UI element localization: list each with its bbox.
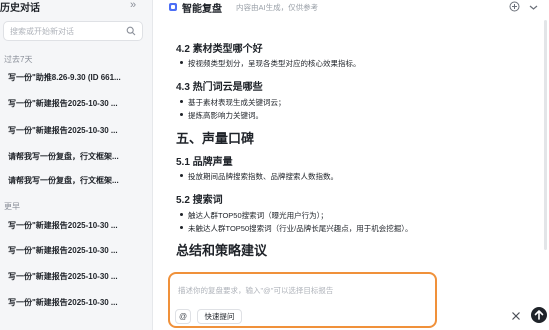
bullet-item: 触达人群TOP50搜索词（曝光用户行为）； xyxy=(180,211,328,220)
search-icon[interactable] xyxy=(126,26,136,36)
history-item[interactable]: 写一份"新建报告2025-10-30 ... xyxy=(8,96,148,112)
main-panel: 智能复盘 内容由AI生成，仅供参考 4.2 素材类型哪个好 按视频类型划分，呈现… xyxy=(154,0,549,330)
quick-ask-button[interactable]: 快速提问 xyxy=(197,309,242,324)
composer-input[interactable]: 描述你的复盘要求，输入"@"可以选择目标报告 xyxy=(178,285,333,296)
top-bar: 智能复盘 内容由AI生成，仅供参考 xyxy=(154,0,549,18)
send-button[interactable] xyxy=(531,307,547,323)
history-item[interactable]: 写一份"新建报告2025-10-30 ... xyxy=(8,123,148,139)
search-box[interactable] xyxy=(3,21,143,41)
sidebar: 历史对话 » 过去7天 写一份"助推8.26-9.30 (ID 661... 写… xyxy=(0,0,153,330)
group-label-recent: 过去7天 xyxy=(4,55,33,64)
scrollbar[interactable] xyxy=(544,20,547,250)
bullet-item: 基于素材表现生成关键词云； xyxy=(180,98,286,107)
history-item[interactable]: 写一份"新建报告2025-10-30 ... xyxy=(8,243,148,259)
mention-button[interactable]: @ xyxy=(175,309,191,324)
history-item[interactable]: 请帮我写一份复盘，行文框架... xyxy=(8,173,148,189)
section-5-2-title: 5.2 搜索词 xyxy=(176,195,223,206)
bullet-item: 提炼高影响力关键词。 xyxy=(180,111,263,120)
bullet-item: 未触达人群TOP50搜索词（行业/品牌长尾兴趣点，用于机会挖掘）。 xyxy=(179,224,413,233)
summary-title: 总结和策略建议 xyxy=(176,243,268,258)
bullet-item: 按视频类型划分，呈现各类型对应的核心效果指标。 xyxy=(180,59,361,68)
new-chat-icon[interactable] xyxy=(509,1,520,12)
section-4-3-title: 4.3 热门词云是哪些 xyxy=(176,82,263,93)
history-item[interactable]: 写一份"新建报告2025-10-30 ... xyxy=(8,295,148,311)
more-icon[interactable] xyxy=(528,1,539,12)
ai-disclaimer: 内容由AI生成，仅供参考 xyxy=(236,3,319,12)
section-4-2-title: 4.2 素材类型哪个好 xyxy=(176,44,263,55)
close-icon[interactable] xyxy=(511,311,521,321)
app-logo-icon xyxy=(169,3,177,11)
section-5-title: 五、声量口碑 xyxy=(176,131,255,146)
history-item[interactable]: 写一份"新建报告2025-10-30 ... xyxy=(8,218,148,234)
history-item[interactable]: 写一份"新建报告2025-10-30 ... xyxy=(8,269,148,285)
history-item[interactable]: 请帮我写一份复盘，行文框架... xyxy=(8,149,148,165)
sidebar-title: 历史对话 xyxy=(0,3,40,14)
composer[interactable]: 描述你的复盘要求，输入"@"可以选择目标报告 @ 快速提问 xyxy=(168,272,437,328)
app-title: 智能复盘 xyxy=(182,4,222,15)
arrow-up-icon xyxy=(534,310,544,320)
search-input[interactable] xyxy=(10,25,122,38)
section-5-1-title: 5.1 品牌声量 xyxy=(176,157,233,168)
bullet-item: 投放期间品牌搜索指数、品牌搜索人数指数。 xyxy=(180,172,338,181)
group-label-earlier: 更早 xyxy=(4,202,20,211)
history-item[interactable]: 写一份"助推8.26-9.30 (ID 661... xyxy=(8,70,148,86)
sidebar-header: 历史对话 » xyxy=(0,0,153,14)
collapse-sidebar-icon[interactable]: » xyxy=(130,0,136,11)
